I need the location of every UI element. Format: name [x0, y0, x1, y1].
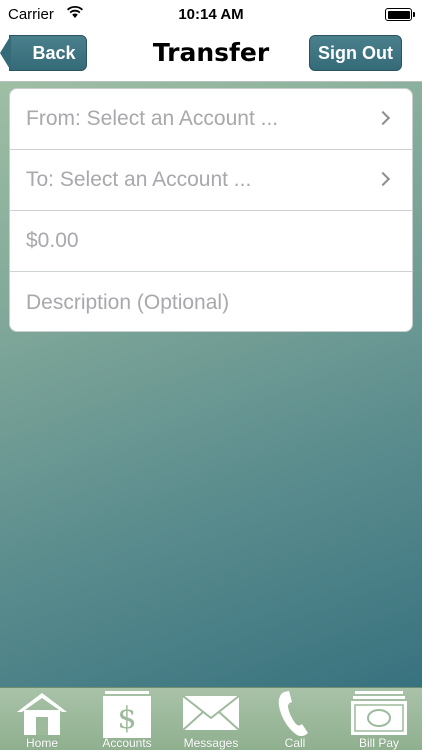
- envelope-icon: [182, 695, 240, 731]
- to-account-selector[interactable]: To: Select an Account ...: [10, 150, 412, 211]
- status-time: 10:14 AM: [178, 6, 244, 23]
- amount-placeholder: $0.00: [26, 229, 79, 252]
- svg-text:$: $: [117, 701, 136, 736]
- to-account-placeholder: To: Select an Account ...: [26, 168, 252, 191]
- main-content: From: Select an Account ... To: Select a…: [0, 82, 422, 687]
- tab-bill-pay-label: Bill Pay: [358, 736, 399, 750]
- chevron-right-icon: [375, 110, 391, 126]
- battery-icon: [385, 8, 415, 21]
- tab-call[interactable]: Call: [253, 688, 337, 750]
- description-placeholder: Description (Optional): [26, 290, 230, 314]
- home-icon: [17, 693, 67, 735]
- tab-accounts[interactable]: $ Accounts: [85, 688, 169, 750]
- tab-messages[interactable]: Messages: [169, 688, 253, 750]
- status-bar: Carrier 10:14 AM: [0, 0, 422, 30]
- app-screen: Carrier 10:14 AM Back Transfer Sign Out …: [0, 0, 422, 750]
- transfer-form: From: Select an Account ... To: Select a…: [9, 88, 413, 332]
- phone-icon: [278, 691, 308, 737]
- sign-out-button[interactable]: Sign Out: [309, 35, 402, 71]
- sign-out-label: Sign Out: [318, 42, 393, 63]
- from-account-selector[interactable]: From: Select an Account ...: [10, 89, 412, 150]
- tab-call-label: Call: [284, 736, 306, 750]
- tab-home-label: Home: [25, 736, 58, 750]
- chevron-right-icon: [375, 171, 391, 187]
- navigation-bar: Back Transfer Sign Out: [0, 30, 422, 82]
- tab-bar: Home $ Accounts Messages Call Bill Pay: [0, 687, 422, 750]
- dollar-icon: $: [103, 691, 151, 738]
- from-account-placeholder: From: Select an Account ...: [26, 107, 279, 130]
- tab-messages-label: Messages: [183, 736, 239, 750]
- amount-input[interactable]: $0.00: [10, 211, 412, 272]
- tab-bill-pay[interactable]: Bill Pay: [337, 688, 421, 750]
- tab-home[interactable]: Home: [0, 688, 84, 750]
- bill-icon: [351, 691, 407, 735]
- description-input[interactable]: Description (Optional): [10, 272, 412, 331]
- tab-accounts-label: Accounts: [102, 736, 152, 750]
